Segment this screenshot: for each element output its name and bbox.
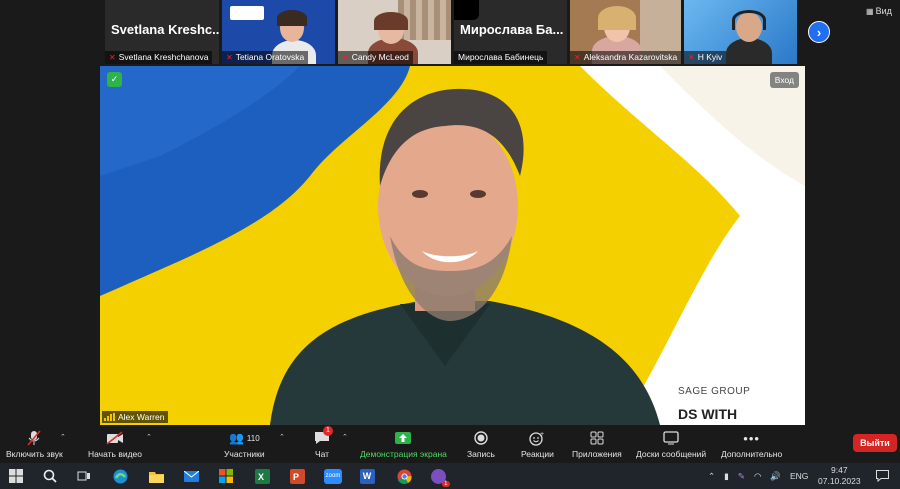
pen-icon[interactable]: ✎ — [738, 471, 745, 482]
more-button[interactable]: ••• Дополнительно — [721, 429, 782, 460]
whiteboards-button[interactable]: Доски сообщений — [636, 429, 706, 459]
participant-caption: ✕ Svetlana Kreshchanova — [105, 51, 213, 64]
mic-off-icon: ✕ — [226, 53, 233, 62]
participant-tile-svetlana[interactable]: Svetlana Kreshc... ✕ Svetlana Kreshchanov… — [105, 0, 219, 64]
audio-level-icon — [104, 413, 115, 421]
audio-options-caret[interactable]: ⌃ — [60, 433, 66, 441]
video-off-icon — [106, 431, 123, 445]
participant-bigname: Мирослава Ба... — [460, 22, 564, 37]
mic-off-icon: ✕ — [109, 53, 116, 62]
mic-off-icon: ✕ — [688, 53, 695, 62]
chat-button[interactable]: 1 Чат — [314, 426, 333, 459]
windows-taskbar: X P zoom W 1 ⌃ ▮ ✎ ◠ 🔊 ENG 9:47 07.10.20… — [0, 463, 900, 489]
chrome-icon[interactable] — [396, 468, 412, 484]
speaker-label: Alex Warren — [102, 411, 169, 423]
reactions-button[interactable]: + Реакции — [521, 429, 554, 460]
mic-off-icon: ✕ — [574, 53, 581, 62]
unmute-button[interactable]: Включить звук — [6, 429, 63, 459]
chevron-up-icon[interactable]: ⌃ — [708, 471, 715, 482]
share-screen-icon — [395, 432, 412, 444]
active-speaker-video[interactable]: ✓ Вход SAGE GROUP DS WITH Alex Warren — [100, 66, 805, 425]
svg-text:P: P — [293, 472, 299, 482]
meeting-toolbar: Включить звук ⌃ Начать видео ⌃ 👥 110 Учас… — [0, 425, 900, 463]
volume-icon[interactable]: 🔊 — [770, 471, 781, 482]
next-page-button[interactable]: › — [808, 21, 830, 43]
system-clock[interactable]: 9:47 07.10.2023 — [818, 465, 861, 487]
search-icon[interactable] — [42, 468, 58, 484]
usb-icon[interactable]: ▮ — [724, 471, 729, 482]
network-icon[interactable]: ◠ — [754, 471, 761, 482]
participant-tile-candy[interactable]: ✕ Candy McLeod — [338, 0, 451, 64]
notifications-icon[interactable] — [874, 468, 890, 484]
participant-tile-hkyiv[interactable]: ✕ H Kyiv — [684, 0, 797, 64]
participants-options-caret[interactable]: ⌃ — [279, 433, 285, 441]
chat-badge: 1 — [323, 426, 333, 436]
excel-icon[interactable]: X — [254, 468, 270, 484]
video-options-caret[interactable]: ⌃ — [146, 433, 152, 441]
task-view-icon[interactable] — [76, 468, 92, 484]
grid-icon: ▦ — [866, 6, 874, 16]
leave-button[interactable]: Выйти — [853, 434, 897, 452]
edge-icon[interactable] — [112, 468, 128, 484]
participant-strip: Svetlana Kreshc... ✕ Svetlana Kreshchanov… — [0, 0, 900, 66]
language-indicator[interactable]: ENG — [790, 471, 808, 481]
participant-tile-aleksandra[interactable]: ✕ Aleksandra Kazarovitska — [570, 0, 681, 64]
chevron-right-icon: › — [816, 24, 822, 40]
share-screen-button[interactable]: Демонстрация экрана — [360, 429, 447, 459]
mic-off-icon: ✕ — [342, 53, 349, 62]
participant-caption: ✕ Aleksandra Kazarovitska — [570, 51, 681, 64]
store-icon[interactable] — [218, 468, 234, 484]
system-tray: ⌃ ▮ ✎ ◠ 🔊 ENG — [708, 463, 808, 489]
svg-text:X: X — [258, 472, 264, 482]
teams-icon[interactable]: 1 — [430, 468, 450, 487]
enter-button[interactable]: Вход — [769, 72, 799, 88]
participant-bigname: Svetlana Kreshc... — [111, 22, 219, 37]
participant-caption: ✕ H Kyiv — [684, 51, 727, 64]
svg-text:+: + — [540, 431, 544, 438]
whiteboard-icon — [663, 431, 679, 445]
background-brand-text-2: DS WITH — [678, 406, 738, 422]
apps-icon — [590, 431, 604, 445]
record-button[interactable]: Запись — [467, 429, 495, 459]
teams-badge: 1 — [442, 480, 450, 487]
start-video-button[interactable]: Начать видео — [88, 429, 142, 459]
chat-options-caret[interactable]: ⌃ — [342, 433, 348, 441]
more-dots-icon: ••• — [743, 430, 760, 446]
mail-icon[interactable] — [183, 468, 199, 484]
background-brand-text: SAGE GROUP — [678, 386, 751, 397]
mic-off-icon — [27, 430, 41, 446]
participants-icon: 👥 — [228, 431, 244, 445]
word-icon[interactable]: W — [359, 468, 375, 484]
view-button[interactable]: ▦ Вид — [866, 6, 892, 16]
participant-caption: Мирослава Бабинець — [454, 51, 548, 64]
apps-button[interactable]: Приложения — [572, 429, 622, 459]
powerpoint-icon[interactable]: P — [289, 468, 305, 484]
participant-caption: ✕ Tetiana Oratovska — [222, 51, 309, 64]
video-background — [100, 66, 805, 425]
participant-caption: ✕ Candy McLeod — [338, 51, 413, 64]
reactions-icon: + — [529, 431, 545, 446]
record-icon — [474, 431, 488, 445]
participant-tile-myroslava[interactable]: Мирослава Ба... Мирослава Бабинець — [454, 0, 567, 64]
participant-tile-tetiana[interactable]: ✕ Tetiana Oratovska — [222, 0, 335, 64]
participants-button[interactable]: 👥 110 Участники — [224, 429, 265, 459]
shield-icon: ✓ — [107, 72, 122, 87]
file-explorer-icon[interactable] — [148, 468, 164, 484]
zoom-icon[interactable]: zoom — [324, 468, 342, 484]
windows-start-icon[interactable] — [8, 468, 24, 484]
